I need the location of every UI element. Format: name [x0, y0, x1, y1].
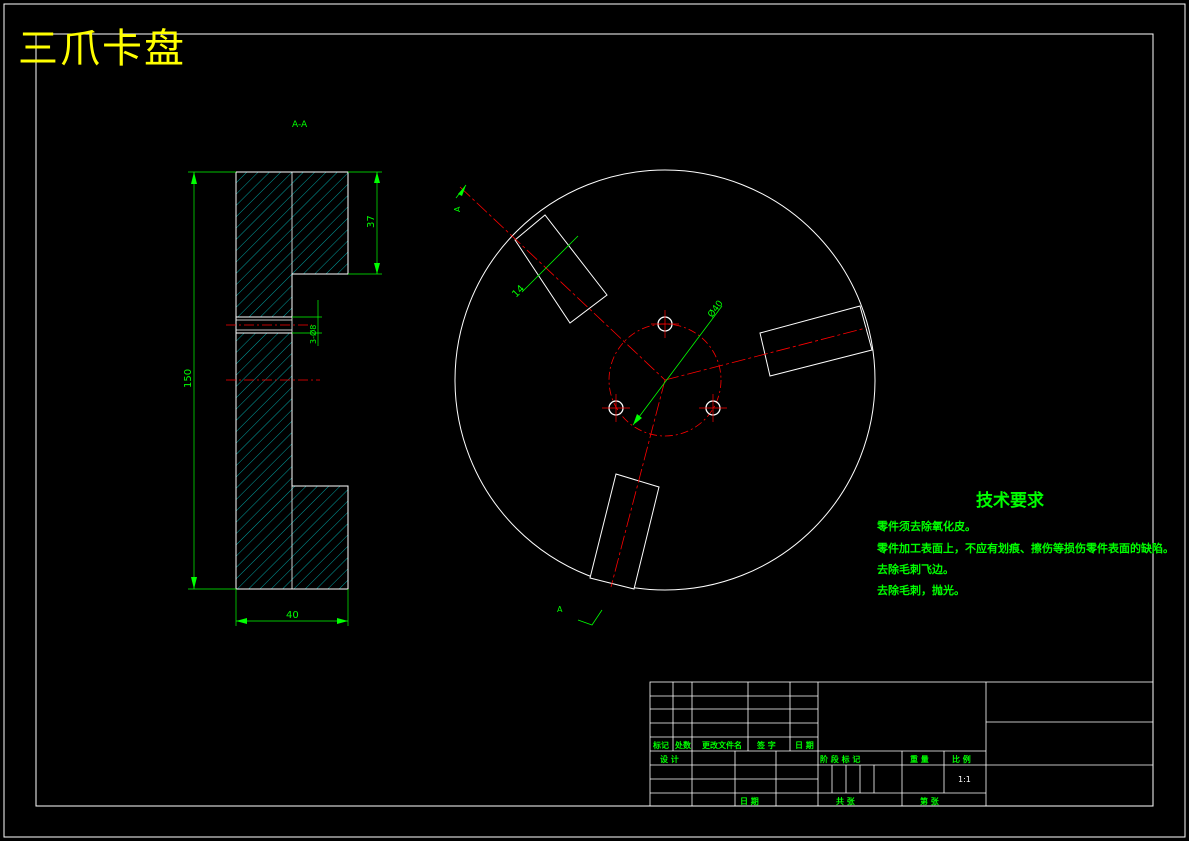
- tb-weight: 重 量: [910, 755, 929, 764]
- tech-requirement-line: 去除毛刺飞边。: [877, 563, 954, 576]
- tb-rev-date: 日 期: [795, 741, 814, 750]
- dim-circle-dia: Ø40: [706, 298, 726, 320]
- tech-requirement-line: 去除毛刺，抛光。: [877, 584, 965, 597]
- tech-requirements-heading: 技术要求: [976, 491, 1044, 511]
- dim-hole: 3-Ø8: [308, 325, 318, 344]
- section-mark-lower: A: [557, 605, 563, 614]
- outer-frame: [3, 3, 1186, 838]
- dim-slot-width: 14: [510, 283, 527, 300]
- tech-requirement-line: 零件加工表面上，不应有划痕、擦伤等损伤零件表面的缺陷。: [877, 542, 1174, 555]
- tb-date-label: 日 期: [740, 797, 759, 806]
- tb-stage-mark: 阶 段 标 记: [820, 755, 861, 764]
- section-mark-upper: A: [453, 206, 462, 212]
- dim-37: 37: [366, 215, 377, 228]
- tb-sheet-number: 第 张: [920, 797, 939, 806]
- tb-rev-sign: 签 字: [757, 741, 776, 750]
- tb-rev-file: 更改文件名: [702, 741, 742, 750]
- top-view: [454, 169, 876, 626]
- section-view: [188, 171, 382, 626]
- tb-scale-value: 1:1: [958, 775, 971, 784]
- section-label: A-A: [292, 120, 308, 130]
- tech-requirement-line: 零件须去除氧化皮。: [877, 520, 976, 533]
- tb-designer: 设 计: [660, 755, 679, 764]
- tb-scale-label: 比 例: [952, 755, 971, 764]
- cad-drawing: A-A 150 37 40 3-Ø8 14 Ø40 A A: [3, 3, 1186, 838]
- dim-40: 40: [286, 610, 299, 621]
- drawing-title: 三爪卡盘: [18, 26, 186, 72]
- inner-frame: [35, 33, 1154, 807]
- tb-rev-count: 处数: [675, 741, 691, 750]
- tb-rev-mark: 标记: [653, 741, 669, 750]
- dim-150: 150: [183, 369, 194, 388]
- tb-total-sheets: 共 张: [836, 797, 855, 806]
